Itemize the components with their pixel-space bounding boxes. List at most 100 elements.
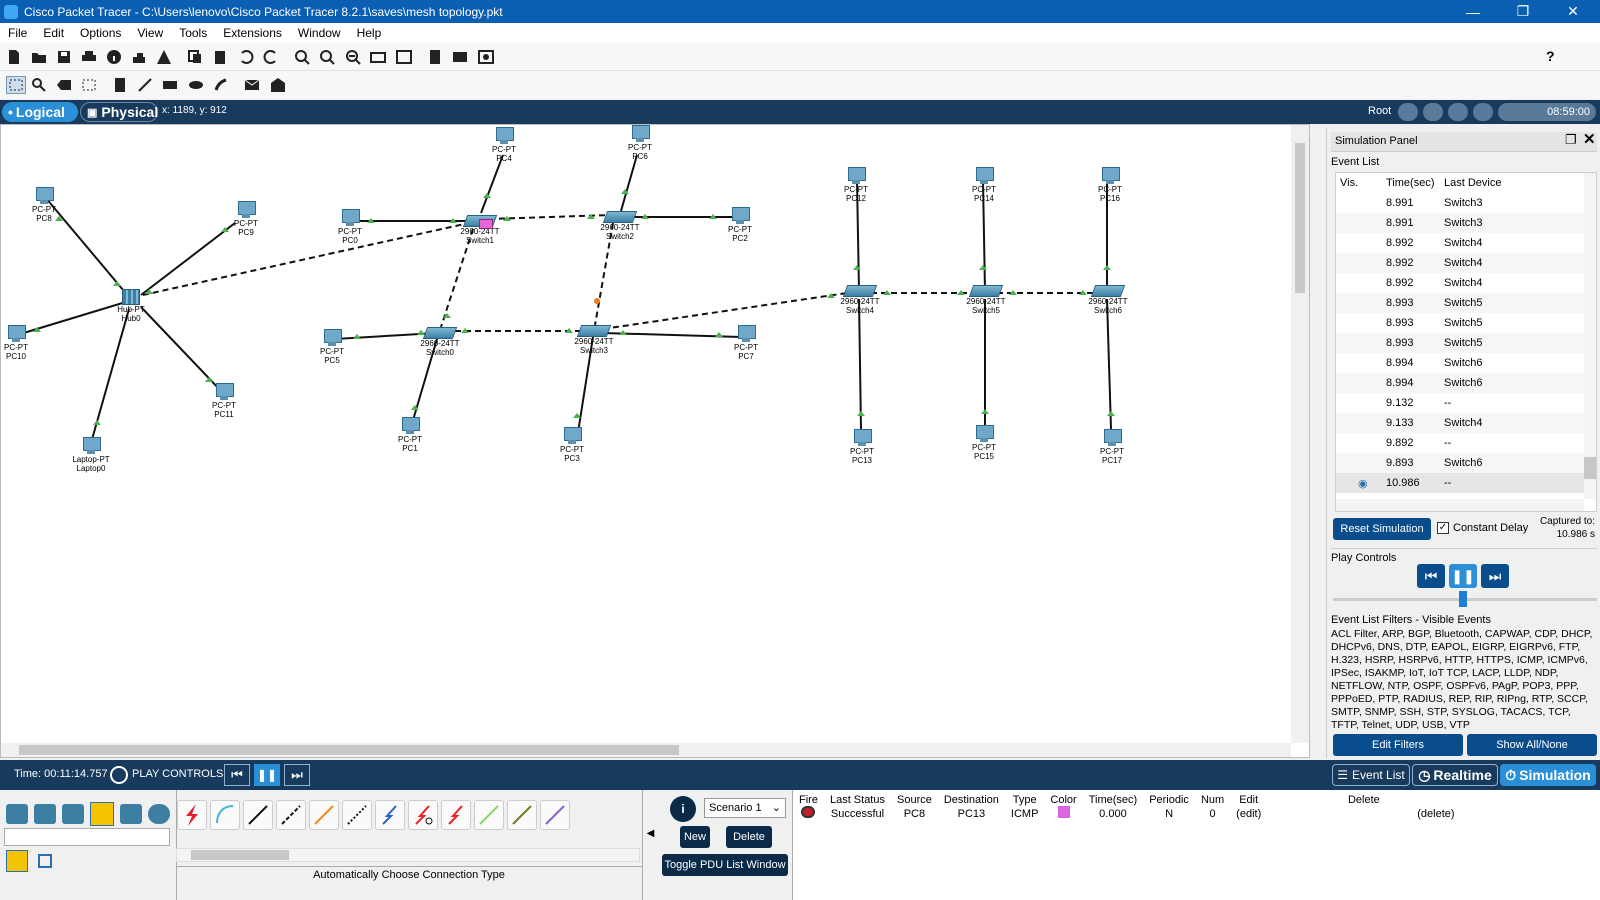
- menu-options[interactable]: Options: [72, 26, 129, 40]
- device-pc6[interactable]: PC-PT PC6: [625, 125, 655, 161]
- event-row[interactable]: 8.991 Switch3: [1336, 213, 1586, 233]
- back-step-button[interactable]: ⏮: [224, 764, 250, 786]
- zoom-out-icon[interactable]: [345, 49, 361, 65]
- device-pc8[interactable]: PC-PT PC8: [29, 187, 59, 223]
- fiber-cable-icon[interactable]: [309, 800, 339, 830]
- device-pc2[interactable]: PC-PT PC2: [725, 207, 755, 243]
- activity-wizard-icon[interactable]: [156, 49, 172, 65]
- physical-view-button[interactable]: ▣ Physical: [80, 102, 158, 122]
- power-cycle-icon[interactable]: [110, 766, 128, 784]
- draw-ellipse-icon[interactable]: [188, 77, 204, 93]
- device-switch2[interactable]: 2960-24TT Switch2: [597, 211, 643, 241]
- close-window-button[interactable]: ✕: [1550, 0, 1596, 23]
- cluster-icon[interactable]: [427, 49, 443, 65]
- pdu-edit-link[interactable]: (edit): [1230, 806, 1267, 821]
- device-switch0[interactable]: 2960-24TT Switch0: [417, 327, 463, 357]
- close-panel-icon[interactable]: ✕: [1583, 130, 1596, 148]
- forward-step-button[interactable]: ⏭: [284, 764, 310, 786]
- vertical-scrollbar[interactable]: [1291, 125, 1309, 743]
- event-row[interactable]: 8.993 Switch5: [1336, 313, 1586, 333]
- zoom-reset-icon[interactable]: [319, 49, 335, 65]
- fire-icon[interactable]: [801, 806, 816, 818]
- step-back-button[interactable]: ⏮: [1417, 564, 1445, 588]
- device-pc15[interactable]: PC-PT PC15: [969, 425, 999, 461]
- back-icon[interactable]: [1398, 103, 1418, 121]
- event-row[interactable]: 8.991 Switch3: [1336, 193, 1586, 213]
- undock-icon[interactable]: ❐: [1565, 132, 1577, 148]
- add-complex-pdu-icon[interactable]: [270, 77, 286, 93]
- clock-display[interactable]: 08:59:00: [1498, 103, 1596, 121]
- horizontal-scrollbar[interactable]: [1, 743, 1291, 757]
- event-row[interactable]: 8.992 Switch4: [1336, 253, 1586, 273]
- multiuser-icon[interactable]: [148, 804, 170, 824]
- device-pc4[interactable]: PC-PT PC4: [489, 127, 519, 163]
- logical-workspace[interactable]: PC-PT PC8 PC-PT PC9 PC-PT PC10 PC-PT PC11 La…: [0, 124, 1310, 758]
- menu-help[interactable]: Help: [349, 26, 390, 40]
- logical-view-button[interactable]: • Logical: [2, 102, 78, 122]
- place-note-icon[interactable]: [112, 77, 128, 93]
- device-pc0[interactable]: PC-PT PC0: [335, 209, 365, 245]
- save-icon[interactable]: [56, 49, 72, 65]
- redo-icon[interactable]: [263, 49, 279, 65]
- device-switch5[interactable]: 2960-24TT Switch5: [963, 285, 1009, 315]
- help-icon[interactable]: ?: [1546, 48, 1555, 64]
- constant-delay-checkbox[interactable]: ✓: [1437, 522, 1449, 534]
- menu-extensions[interactable]: Extensions: [215, 26, 290, 40]
- delete-tool-icon[interactable]: [56, 77, 72, 93]
- connection-type-icon[interactable]: [6, 850, 28, 872]
- menu-tools[interactable]: Tools: [171, 26, 215, 40]
- misc-icon[interactable]: [120, 804, 142, 824]
- eye-icon[interactable]: ◉: [1358, 477, 1368, 490]
- copy-icon[interactable]: [187, 49, 203, 65]
- event-row[interactable]: 8.994 Switch6: [1336, 373, 1586, 393]
- open-folder-icon[interactable]: [31, 49, 47, 65]
- show-all-button[interactable]: Show All/None: [1467, 734, 1597, 756]
- menu-edit[interactable]: Edit: [35, 26, 72, 40]
- drawing-palette-icon[interactable]: [370, 49, 386, 65]
- event-list-table[interactable]: Vis. Time(sec) Last Device 8.991 Switch3 8…: [1335, 172, 1597, 512]
- pause-button[interactable]: ❚❚: [1449, 564, 1477, 588]
- usb-cable-icon[interactable]: [540, 800, 570, 830]
- simulation-mode-button[interactable]: ⏱ Simulation: [1500, 764, 1596, 786]
- network-info-icon[interactable]: [131, 49, 147, 65]
- menu-file[interactable]: File: [0, 26, 35, 40]
- inspect-icon[interactable]: [31, 77, 47, 93]
- device-pc11[interactable]: PC-PT PC11: [209, 383, 239, 419]
- components-icon[interactable]: [62, 804, 84, 824]
- environment-icon[interactable]: [1473, 103, 1493, 121]
- auto-connection-icon[interactable]: [177, 800, 207, 830]
- realtime-mode-button[interactable]: ◷ Realtime: [1412, 764, 1498, 786]
- resize-shape-icon[interactable]: [81, 77, 97, 93]
- event-row[interactable]: 10.986 -- ◉: [1336, 473, 1586, 493]
- scenario-info-icon[interactable]: i: [670, 796, 696, 822]
- device-search-input[interactable]: [4, 828, 170, 846]
- grid-icon[interactable]: [38, 854, 52, 868]
- straight-through-cable-icon[interactable]: [243, 800, 273, 830]
- device-switch6[interactable]: 2960-24TT Switch6: [1085, 285, 1131, 315]
- ipc-icon[interactable]: [452, 49, 468, 65]
- reset-simulation-button[interactable]: Reset Simulation: [1333, 518, 1431, 540]
- event-list-toggle[interactable]: ☰ Event List: [1332, 764, 1410, 786]
- serial-dte-icon[interactable]: [441, 800, 471, 830]
- event-list-hscrollbar[interactable]: [1336, 499, 1584, 511]
- minimize-button[interactable]: —: [1450, 0, 1496, 23]
- event-row[interactable]: 8.993 Switch5: [1336, 293, 1586, 313]
- event-row[interactable]: 9.892 --: [1336, 433, 1586, 453]
- info-icon[interactable]: [106, 49, 122, 65]
- delete-scenario-button[interactable]: Delete: [726, 826, 772, 848]
- event-row[interactable]: 8.992 Switch4: [1336, 273, 1586, 293]
- console-cable-icon[interactable]: [210, 800, 240, 830]
- edit-filters-button[interactable]: Edit Filters: [1333, 734, 1463, 756]
- paste-icon[interactable]: [212, 49, 228, 65]
- device-laptop0[interactable]: Laptop-PT Laptop0: [69, 437, 113, 473]
- palette-scrollbar[interactable]: [176, 848, 640, 862]
- scenario-select[interactable]: Scenario 1 ⌄: [704, 798, 786, 818]
- network-devices-icon[interactable]: [6, 804, 28, 824]
- custom-devices-icon[interactable]: [396, 49, 412, 65]
- select-tool-icon[interactable]: [6, 76, 26, 94]
- device-pc13[interactable]: PC-PT PC13: [847, 429, 877, 465]
- serial-dce-icon[interactable]: [408, 800, 438, 830]
- device-pc17[interactable]: PC-PT PC17: [1097, 429, 1127, 465]
- device-pc3[interactable]: PC-PT PC3: [557, 427, 587, 463]
- cloud-icon[interactable]: [1423, 103, 1443, 121]
